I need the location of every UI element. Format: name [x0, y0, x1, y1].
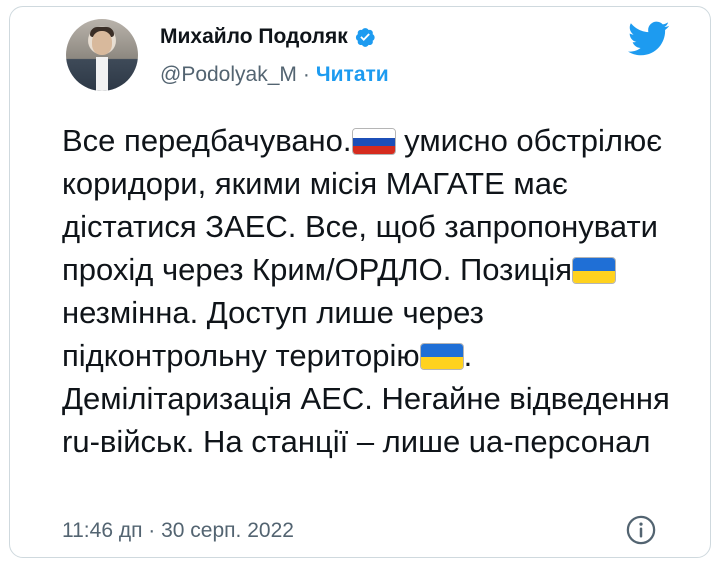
- tweet-timestamp[interactable]: 11:46 дп · 30 серп. 2022: [62, 519, 294, 543]
- tweet-card: Михайло Подоляк @Podolyak_M · Читати Все…: [9, 6, 711, 558]
- ukraine-flag-emoji: [419, 343, 464, 370]
- author-handle[interactable]: @Podolyak_M: [160, 63, 297, 87]
- author-name[interactable]: Михайло Подоляк: [160, 25, 348, 49]
- tweet-text: Все передбачувано. умисно обстрілює кори…: [62, 119, 682, 463]
- follow-button[interactable]: Читати: [316, 63, 389, 87]
- russia-flag-emoji: [351, 128, 396, 155]
- avatar-face: [92, 31, 112, 55]
- info-icon[interactable]: [626, 515, 656, 545]
- avatar-shirt: [96, 57, 108, 91]
- ukraine-flag-emoji: [572, 257, 617, 284]
- twitter-bird-icon[interactable]: [628, 21, 670, 57]
- author-handle-row: @Podolyak_M · Читати: [160, 63, 389, 87]
- author-name-row: Михайло Подоляк: [160, 25, 376, 49]
- verified-badge-icon: [355, 28, 375, 47]
- author-avatar[interactable]: [66, 19, 138, 91]
- separator-dot: ·: [302, 63, 310, 86]
- tweet-text-part-1: Все передбачувано.: [62, 123, 352, 158]
